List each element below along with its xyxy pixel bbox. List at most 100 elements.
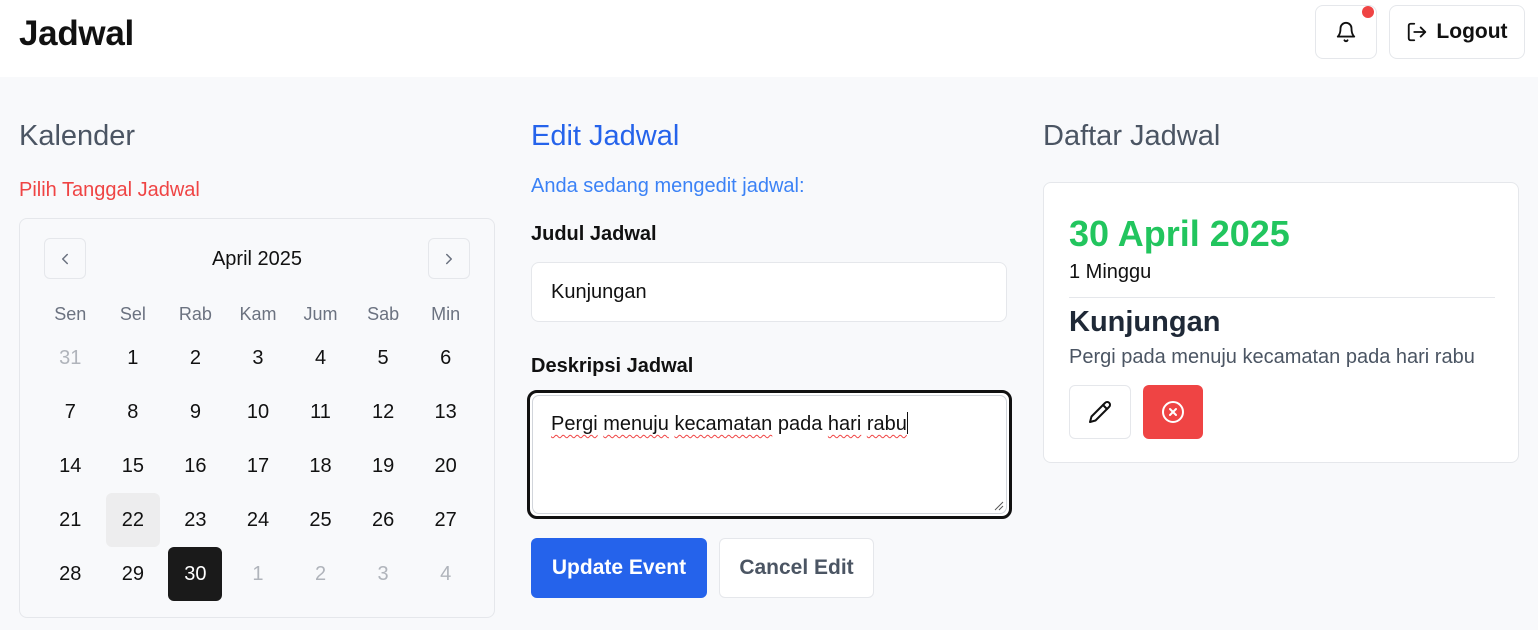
calendar-day[interactable]: 2: [164, 331, 227, 385]
chevron-right-icon: [446, 253, 452, 264]
calendar-day-number: 28: [59, 562, 82, 585]
calendar-day[interactable]: 17: [227, 439, 290, 493]
calendar-day[interactable]: 10: [227, 385, 290, 439]
calendar-day[interactable]: 11: [289, 385, 352, 439]
calendar-day-number: 27: [434, 508, 457, 531]
calendar-day[interactable]: 18: [289, 439, 352, 493]
calendar-day[interactable]: 1: [102, 331, 165, 385]
calendar-day-number: 7: [64, 400, 76, 423]
delete-event-button[interactable]: [1143, 385, 1203, 439]
edit-section-title: Edit Jadwal: [531, 120, 680, 152]
text-caret: [906, 412, 909, 434]
word: pada: [777, 413, 823, 435]
calendar-day[interactable]: 1: [227, 547, 290, 601]
title-input[interactable]: Kunjungan: [531, 262, 1007, 322]
calendar-days-grid: 31 1 2 3 4 5 6 7 8 9 10 11 12 13 14 15 16 17 18 19 20 21 22 23 2…: [39, 331, 477, 601]
notification-button[interactable]: [1315, 5, 1377, 59]
calendar-subtitle: Pilih Tanggal Jadwal: [19, 179, 200, 201]
calendar-day-number: 20: [434, 454, 457, 477]
calendar-day-number: 8: [127, 400, 139, 423]
calendar-day[interactable]: 21: [39, 493, 102, 547]
bell-icon: [1336, 22, 1356, 43]
calendar-day[interactable]: 3: [227, 331, 290, 385]
weekday-label: Kam: [239, 304, 277, 324]
spell-word: rabu: [866, 413, 907, 435]
calendar-day[interactable]: 9: [164, 385, 227, 439]
calendar-weekdays: Sen Sel Rab Kam Jum Sab Min: [39, 304, 477, 326]
calendar-day[interactable]: 20: [414, 439, 477, 493]
edit-event-button[interactable]: [1069, 385, 1131, 439]
calendar-day-number: 13: [434, 400, 457, 423]
calendar-day-number: 3: [252, 346, 264, 369]
event-card: 30 April 2025 1 Minggu Kunjungan Pergi p…: [1043, 182, 1519, 463]
calendar-day[interactable]: 4: [289, 331, 352, 385]
next-month-button[interactable]: [428, 238, 470, 279]
calendar-day[interactable]: 7: [39, 385, 102, 439]
pencil-icon: [1089, 401, 1112, 423]
calendar-day-number: 14: [59, 454, 82, 477]
calendar-day-number: 24: [246, 508, 270, 531]
calendar-day-number: 1: [252, 562, 264, 585]
calendar-day-number: 6: [440, 346, 452, 369]
calendar-day-number: 25: [309, 508, 332, 531]
calendar-day[interactable]: 29: [102, 547, 165, 601]
calendar-day[interactable]: 25: [289, 493, 352, 547]
calendar-day[interactable]: 13: [414, 385, 477, 439]
calendar-day-number: 15: [121, 454, 144, 477]
calendar-day[interactable]: 5: [352, 331, 415, 385]
logout-icon: [1408, 22, 1427, 42]
calendar-day[interactable]: 31: [39, 331, 102, 385]
calendar-day-number: 2: [189, 346, 201, 369]
calendar-day-number: 4: [314, 346, 327, 369]
weekday-label: Rab: [178, 304, 212, 324]
edit-subtitle: Anda sedang mengedit jadwal:: [531, 175, 805, 197]
event-duration: 1 Minggu: [1069, 261, 1152, 283]
calendar-day-number: 30: [168, 547, 223, 601]
spell-word: Pergi: [551, 413, 598, 435]
spell-word: kecamatan: [674, 413, 773, 435]
calendar: April 2025 Sen Sel Rab Kam Jum Sab Min 3…: [19, 218, 495, 618]
divider: [1069, 297, 1495, 298]
circle-x-icon: [1162, 401, 1184, 423]
schedule-list-title: Daftar Jadwal: [1043, 120, 1221, 152]
calendar-day-number: 17: [246, 454, 270, 477]
description-textarea[interactable]: Pergi menuju kecamatan pada hari rabu: [527, 390, 1012, 519]
calendar-section-title: Kalender: [19, 120, 136, 152]
weekday-label: Sab: [367, 304, 400, 324]
calendar-day-number: 19: [371, 454, 395, 477]
calendar-day-number: 3: [377, 562, 389, 585]
calendar-day[interactable]: 28: [39, 547, 102, 601]
cancel-edit-button[interactable]: Cancel Edit: [719, 538, 874, 598]
calendar-day[interactable]: 4: [414, 547, 477, 601]
calendar-day[interactable]: 3: [352, 547, 415, 601]
calendar-day[interactable]: 12: [352, 385, 415, 439]
update-event-button[interactable]: Update Event: [531, 538, 707, 598]
calendar-day[interactable]: 19: [352, 439, 415, 493]
calendar-day[interactable]: 8: [102, 385, 165, 439]
weekday-label: Min: [431, 304, 461, 324]
calendar-day[interactable]: 2: [289, 547, 352, 601]
calendar-day[interactable]: 24: [227, 493, 290, 547]
notification-badge: [1362, 6, 1374, 18]
calendar-day[interactable]: 16: [164, 439, 227, 493]
weekday-label: Sen: [54, 304, 87, 324]
weekday-label: Sel: [119, 304, 146, 324]
calendar-day-today[interactable]: 22: [102, 493, 165, 547]
calendar-day-selected[interactable]: 30: [164, 547, 227, 601]
calendar-day[interactable]: 14: [39, 439, 102, 493]
resize-grip-icon[interactable]: [994, 501, 1004, 511]
calendar-day-number: 2: [314, 562, 327, 585]
calendar-day-number: 21: [59, 508, 82, 531]
calendar-day-number: 23: [184, 508, 207, 531]
calendar-day-number: 12: [371, 400, 395, 423]
logout-label: Logout: [1436, 20, 1508, 43]
event-date: 30 April 2025: [1069, 213, 1290, 254]
calendar-day[interactable]: 23: [164, 493, 227, 547]
calendar-day[interactable]: 26: [352, 493, 415, 547]
calendar-day-number: 5: [377, 346, 389, 369]
logout-button[interactable]: Logout: [1389, 5, 1525, 59]
calendar-day[interactable]: 15: [102, 439, 165, 493]
calendar-day[interactable]: 6: [414, 331, 477, 385]
calendar-day[interactable]: 27: [414, 493, 477, 547]
calendar-day-number: 4: [440, 562, 452, 585]
